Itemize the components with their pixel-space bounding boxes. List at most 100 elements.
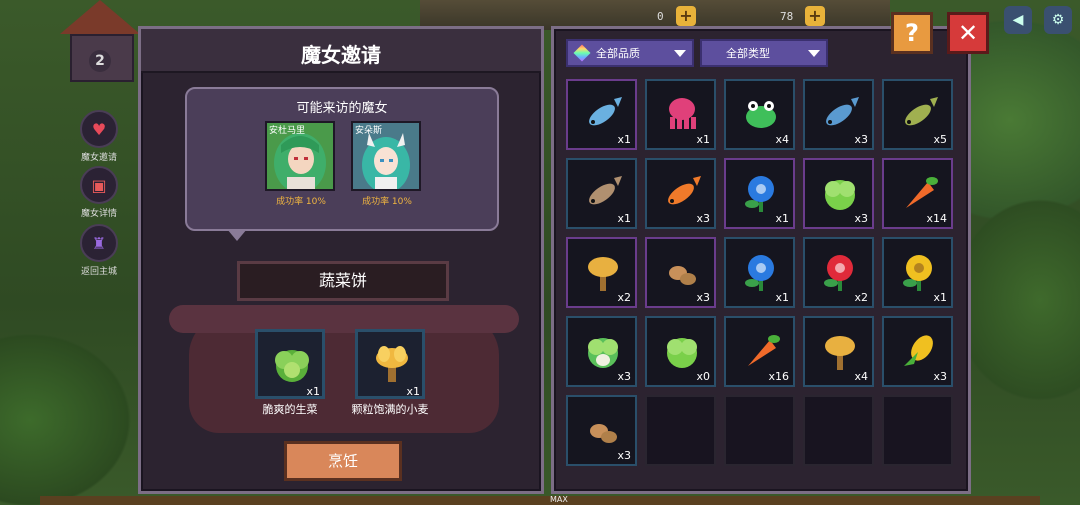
inventory-slot[interactable]: x4 — [724, 79, 795, 150]
item-quantity: x14 — [926, 212, 947, 225]
chevron-down-icon — [674, 49, 686, 57]
wheat-icon — [825, 336, 855, 370]
close-button[interactable]: ✕ — [947, 12, 989, 54]
witch-card[interactable]: 安朵斯 成功率 10% — [351, 121, 423, 207]
item-quantity: x3 — [617, 449, 631, 462]
witch-card[interactable]: 安杜马里 成功率 10% — [265, 121, 337, 207]
item-quantity: x1 — [617, 133, 631, 146]
carrot-icon — [906, 177, 938, 208]
settings-gear-icon[interactable]: ⚙ — [1044, 6, 1072, 34]
inventory-slot[interactable]: x14 — [882, 158, 953, 229]
item-quantity: x3 — [617, 370, 631, 383]
type-filter-dropdown[interactable]: 全部类型 — [700, 39, 828, 67]
witch-success-rate: 成功率 10% — [276, 197, 326, 207]
lettuce-icon — [275, 350, 309, 382]
inventory-slot[interactable]: x1 — [566, 158, 637, 229]
sidebar-item-label: 魔女详情 — [80, 209, 117, 219]
inventory-slot-empty[interactable] — [882, 395, 953, 466]
inventory-slot[interactable]: x2 — [803, 237, 874, 308]
bottom-progress-bar: MAX — [40, 495, 1040, 505]
sidebar-item-return-city[interactable]: ♜ 返回主城 — [78, 224, 120, 277]
fish-icon — [589, 97, 622, 126]
panel-title: 魔女邀请 — [301, 43, 381, 67]
pufferfish-icon — [905, 97, 938, 126]
inventory-slot[interactable]: x4 — [803, 316, 874, 387]
quality-filter-label: 全部品质 — [596, 47, 640, 60]
inventory-slot[interactable]: x1 — [882, 237, 953, 308]
goldfish-icon — [668, 176, 701, 205]
item-quantity: x1 — [775, 291, 789, 304]
item-quantity: x1 — [696, 133, 710, 146]
ingredient-quantity: x1 — [306, 385, 320, 398]
corn-icon — [904, 335, 933, 366]
ingredient-slot[interactable]: x1 — [355, 329, 425, 399]
ingredient-slot[interactable]: x1 — [255, 329, 325, 399]
inventory-slot[interactable]: x3 — [645, 158, 716, 229]
item-quantity: x2 — [617, 291, 631, 304]
quality-filter-dropdown[interactable]: 全部品质 — [566, 39, 694, 67]
inventory-panel: 全部品质 全部类型 x1 x1 x4 x3 x5 x1 x3 x1 x3 x14 x2 x3 x1 x2 x… — [551, 26, 971, 494]
possible-visitors-box: 可能来访的魔女 安杜马里 成功率 10% 安朵斯 成功率 10% — [185, 87, 499, 241]
chevron-down-icon — [808, 49, 820, 57]
visitors-title: 可能来访的魔女 — [296, 101, 388, 116]
cooking-pot — [169, 285, 519, 435]
item-quantity: x4 — [854, 370, 868, 383]
witch-house[interactable]: 2 — [60, 0, 140, 82]
item-quantity: x5 — [933, 133, 947, 146]
inventory-slot[interactable]: x1 — [645, 79, 716, 150]
item-quantity: x3 — [854, 212, 868, 225]
inventory-slot[interactable]: x3 — [803, 79, 874, 150]
inventory-slot[interactable]: x16 — [724, 316, 795, 387]
item-quantity: x2 — [854, 291, 868, 304]
sound-icon[interactable]: ◀ — [1004, 6, 1032, 34]
help-button[interactable]: ? — [891, 12, 933, 54]
type-filter-label: 全部类型 — [726, 47, 770, 60]
sidebar-item-witch-detail[interactable]: ▣ 魔女详情 — [78, 166, 120, 219]
wheat-icon — [376, 346, 408, 382]
inventory-slot[interactable]: x1 — [566, 79, 637, 150]
ingredient-quantity: x1 — [406, 385, 420, 398]
cook-button[interactable]: 烹饪 — [284, 441, 402, 481]
add-resource-button-2[interactable]: + — [805, 6, 825, 26]
house-level-badge: 2 — [89, 50, 111, 72]
witch-name: 安杜马里 — [269, 126, 306, 136]
gift-icon: ▣ — [80, 166, 118, 204]
potato-icon — [669, 266, 696, 285]
inventory-slot[interactable]: x1 — [724, 158, 795, 229]
sidebar-item-label: 魔女邀请 — [80, 153, 117, 163]
witch-success-rate: 成功率 10% — [362, 197, 412, 207]
inventory-slot[interactable]: x1 — [724, 237, 795, 308]
resource-counter: 78 — [780, 10, 794, 23]
inventory-slot[interactable]: x5 — [882, 79, 953, 150]
inventory-slot-empty[interactable] — [645, 395, 716, 466]
witch-invite-panel: 魔女邀请 可能来访的魔女 安杜马里 成功率 10% 安朵斯 成功率 10% 蔬菜… — [138, 26, 544, 494]
item-quantity: x3 — [696, 291, 710, 304]
catfish-icon — [589, 176, 622, 205]
inventory-slot[interactable]: x3 — [882, 316, 953, 387]
item-quantity: x1 — [775, 212, 789, 225]
add-resource-button[interactable]: + — [676, 6, 696, 26]
inventory-slot[interactable]: x3 — [803, 158, 874, 229]
inventory-grid: x1 x1 x4 x3 x5 x1 x3 x1 x3 x14 x2 x3 x1 x2 x1 x3 x0 x16 x4… — [566, 79, 953, 466]
rainbow-gem-icon — [573, 44, 591, 62]
resource-counter-2: 0 — [657, 10, 664, 23]
item-quantity: x3 — [854, 133, 868, 146]
red-flower-icon — [824, 255, 853, 291]
inventory-slot-empty[interactable] — [724, 395, 795, 466]
octopus-icon — [669, 98, 696, 129]
inventory-slot[interactable]: x3 — [645, 237, 716, 308]
item-quantity: x0 — [696, 370, 710, 383]
inventory-slot-empty[interactable] — [803, 395, 874, 466]
blue-flower-icon — [745, 176, 774, 212]
sidebar-item-witch-invite[interactable]: ♥ 魔女邀请 — [78, 110, 120, 163]
potato-icon — [590, 424, 617, 443]
inventory-slot[interactable]: x2 — [566, 237, 637, 308]
inventory-slot[interactable]: x0 — [645, 316, 716, 387]
blue-flower-icon — [745, 255, 774, 291]
fish-icon — [826, 97, 859, 126]
cabbage-icon — [588, 338, 618, 368]
frog-icon — [746, 101, 776, 128]
item-quantity: x4 — [775, 133, 789, 146]
inventory-slot[interactable]: x3 — [566, 395, 637, 466]
inventory-slot[interactable]: x3 — [566, 316, 637, 387]
